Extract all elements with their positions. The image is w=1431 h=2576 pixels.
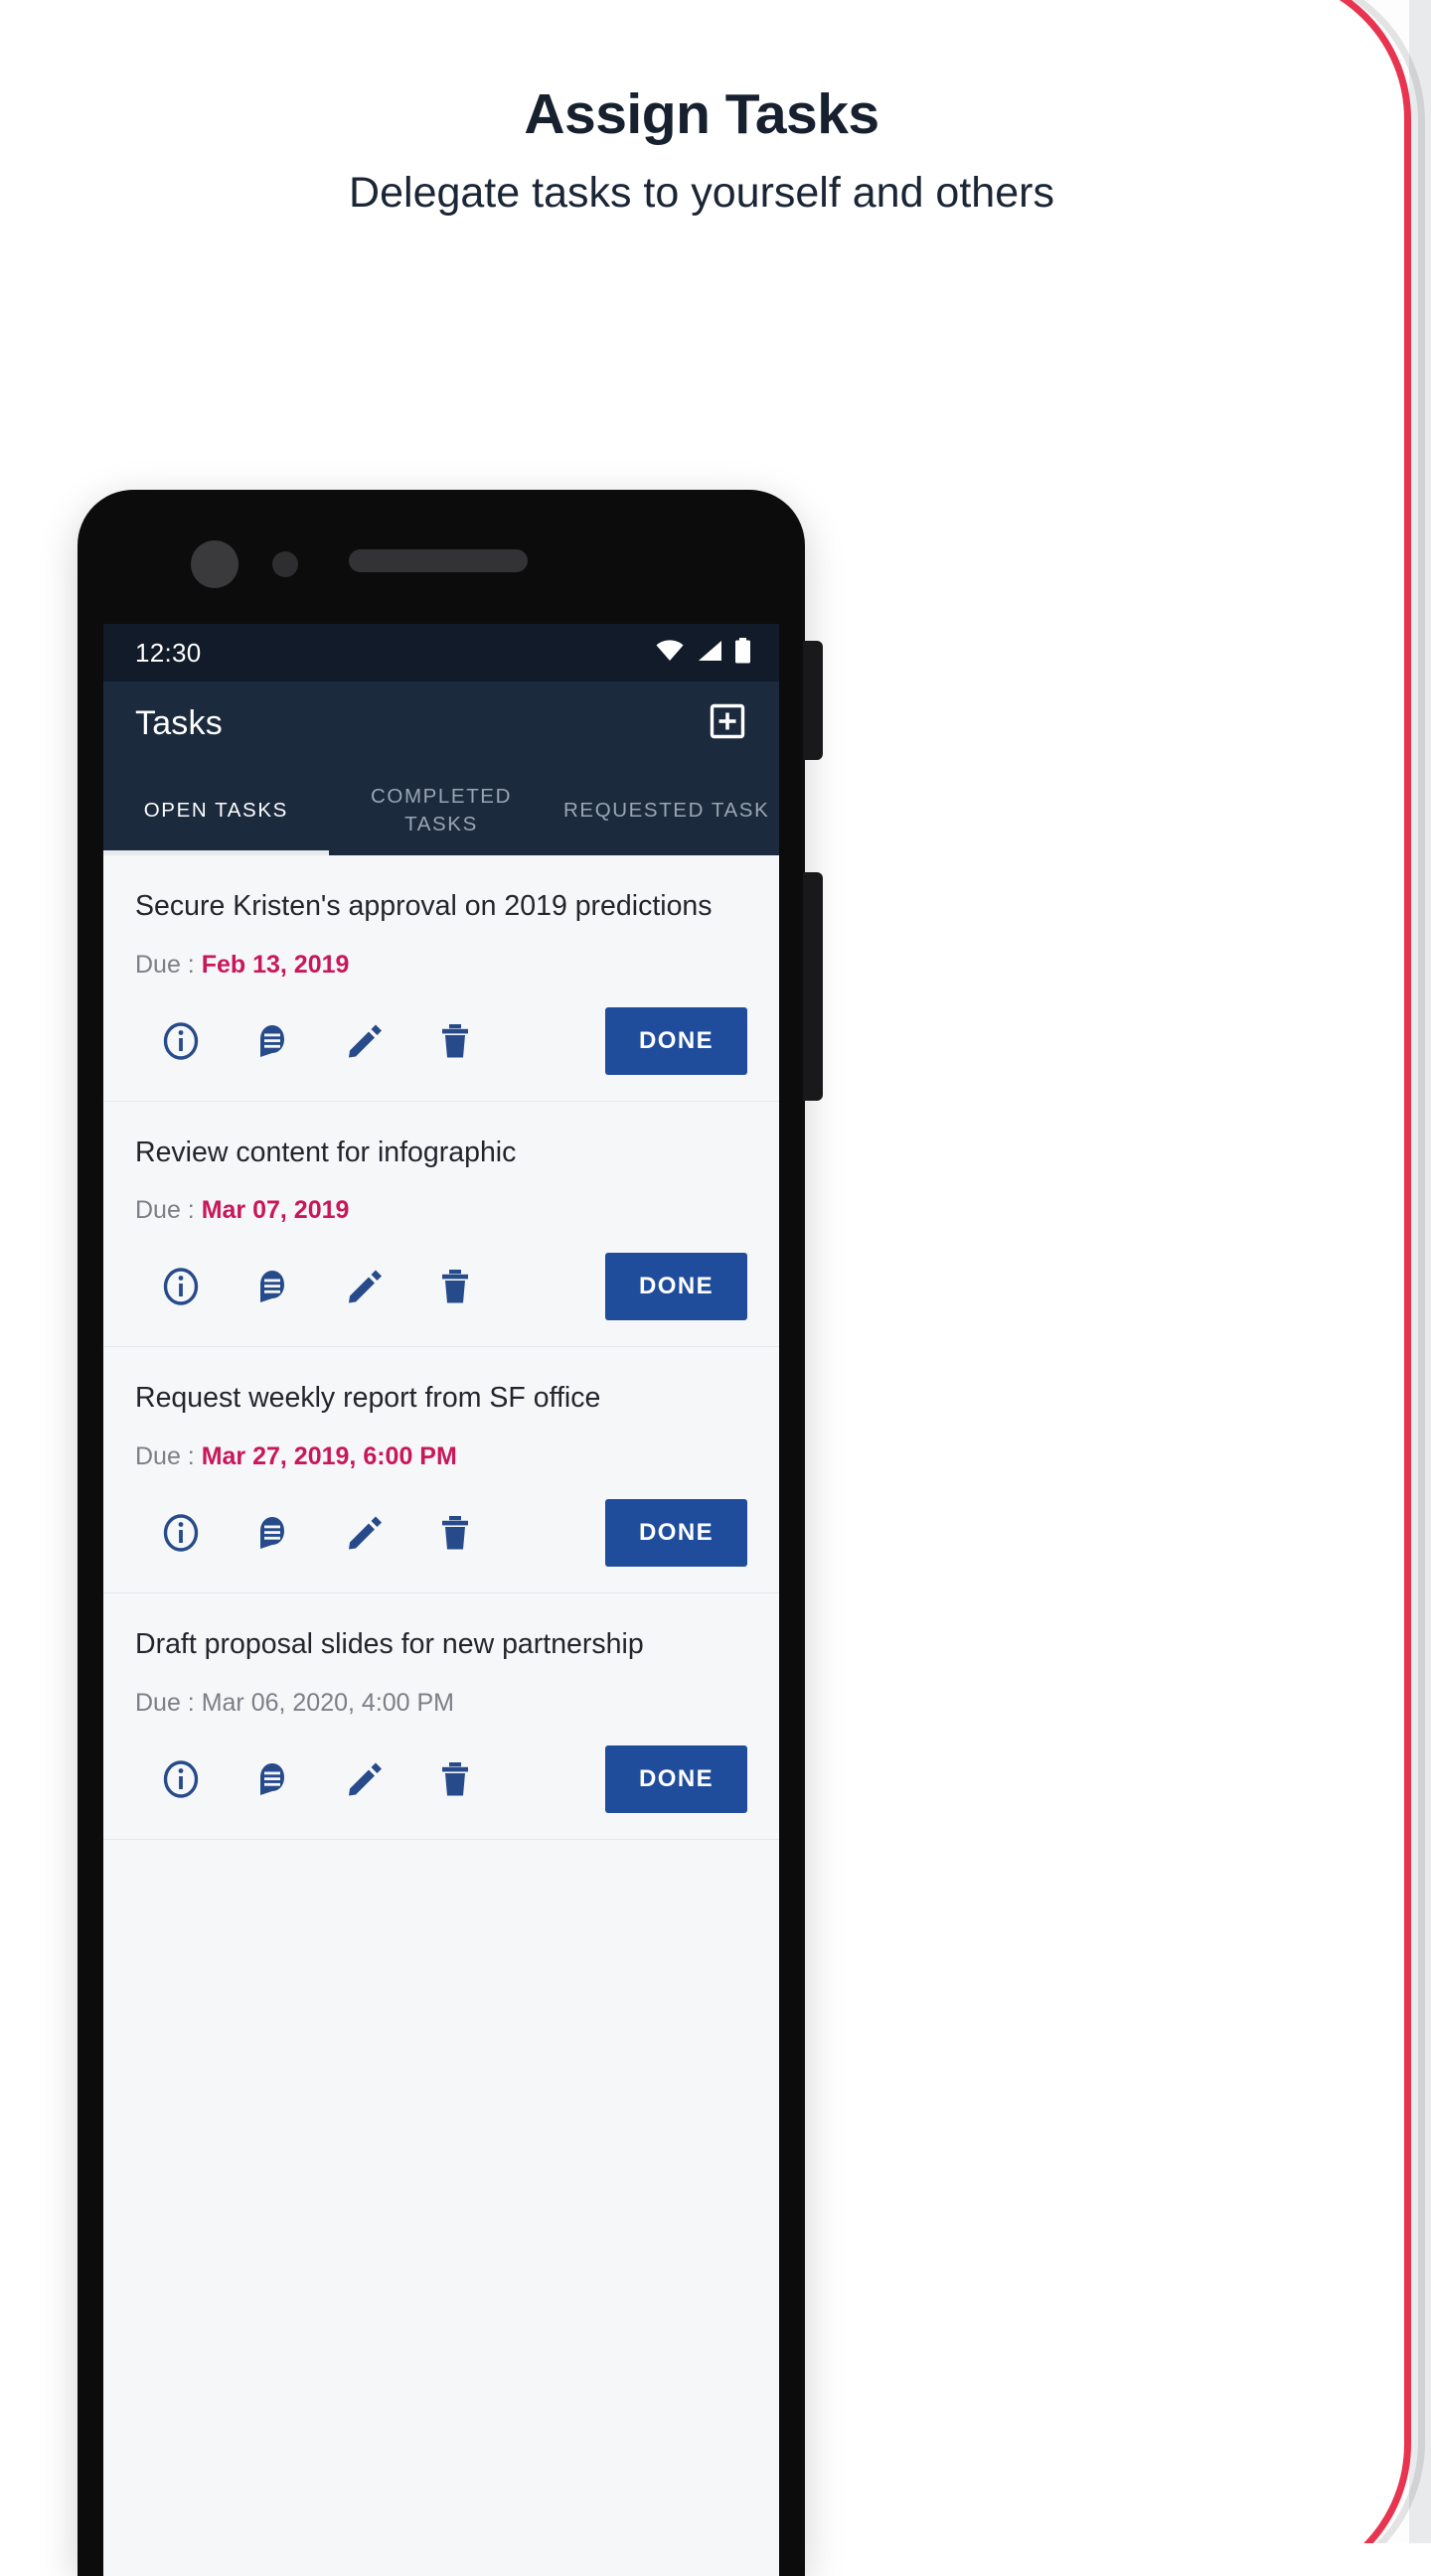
battery-icon — [734, 637, 751, 669]
edit-icon[interactable] — [318, 1265, 409, 1308]
task-actions: DONE — [135, 1498, 747, 1567]
front-camera-icon — [191, 540, 238, 588]
task-due-value: Mar 06, 2020, 4:00 PM — [201, 1688, 455, 1717]
phone-screen: 12:30 Tasks OPEN TASKS COMPLETED TASKS R… — [103, 624, 779, 2576]
task-due: Due : Mar 06, 2020, 4:00 PM — [135, 1689, 747, 1718]
done-button[interactable]: DONE — [605, 1744, 747, 1813]
promo-heading-block: Assign Tasks Delegate tasks to yourself … — [0, 0, 1403, 218]
status-bar: 12:30 — [103, 624, 779, 682]
info-icon[interactable] — [135, 1265, 227, 1308]
info-icon[interactable] — [135, 1511, 227, 1555]
page-title: Assign Tasks — [524, 82, 879, 146]
wifi-icon — [655, 639, 685, 668]
edit-icon[interactable] — [318, 1511, 409, 1555]
task-due-label: Due : — [135, 1688, 202, 1717]
status-bar-icons — [655, 637, 751, 669]
task-due: Due : Mar 27, 2019, 6:00 PM — [135, 1442, 747, 1471]
phone-side-button-lower — [803, 872, 823, 1101]
task-due: Due : Feb 13, 2019 — [135, 951, 747, 980]
done-button[interactable]: DONE — [605, 1498, 747, 1567]
task-due: Due : Mar 07, 2019 — [135, 1196, 747, 1225]
phone-side-button-upper — [803, 641, 823, 760]
sensor-icon — [272, 551, 298, 577]
task-due-value: Mar 27, 2019, 6:00 PM — [201, 1441, 457, 1470]
task-title: Request weekly report from SF office — [135, 1382, 601, 1415]
edit-icon[interactable] — [318, 1757, 409, 1801]
earpiece-speaker — [349, 549, 528, 572]
done-button[interactable]: DONE — [605, 1006, 747, 1075]
task-list: Secure Kristen's approval on 2019 predic… — [103, 855, 779, 1840]
task-title: Review content for infographic — [135, 1136, 517, 1168]
add-box-icon — [710, 703, 745, 744]
comment-icon[interactable] — [227, 1757, 318, 1801]
task-due-label: Due : — [135, 1441, 202, 1470]
phone-mockup: 12:30 Tasks OPEN TASKS COMPLETED TASKS R… — [78, 490, 823, 2576]
tab-bar: OPEN TASKS COMPLETED TASKS REQUESTED TAS… — [103, 766, 779, 855]
task-title: Secure Kristen's approval on 2019 predic… — [135, 890, 713, 922]
comment-icon[interactable] — [227, 1265, 318, 1308]
task-actions: DONE — [135, 1006, 747, 1075]
signal-icon — [696, 639, 723, 668]
task-title: Draft proposal slides for new partnershi… — [135, 1627, 644, 1660]
delete-icon[interactable] — [409, 1265, 501, 1308]
tab-completed-tasks[interactable]: COMPLETED TASKS — [329, 766, 555, 855]
task-due-label: Due : — [135, 950, 202, 979]
task-card[interactable]: Draft proposal slides for new partnershi… — [103, 1593, 779, 1840]
tab-requested-task[interactable]: REQUESTED TASK — [554, 766, 779, 855]
app-bar-title: Tasks — [135, 704, 223, 742]
comment-icon[interactable] — [227, 1019, 318, 1063]
task-card[interactable]: Request weekly report from SF office Due… — [103, 1347, 779, 1593]
edit-icon[interactable] — [318, 1019, 409, 1063]
delete-icon[interactable] — [409, 1019, 501, 1063]
task-actions: DONE — [135, 1253, 747, 1321]
delete-icon[interactable] — [409, 1757, 501, 1801]
comment-icon[interactable] — [227, 1511, 318, 1555]
task-actions: DONE — [135, 1744, 747, 1813]
done-button[interactable]: DONE — [605, 1253, 747, 1321]
add-task-button[interactable] — [708, 703, 747, 744]
tab-open-tasks[interactable]: OPEN TASKS — [103, 766, 329, 855]
task-card[interactable]: Secure Kristen's approval on 2019 predic… — [103, 855, 779, 1102]
status-bar-clock: 12:30 — [135, 637, 202, 668]
task-card[interactable]: Review content for infographic Due : Mar… — [103, 1102, 779, 1348]
info-icon[interactable] — [135, 1019, 227, 1063]
info-icon[interactable] — [135, 1757, 227, 1801]
phone-top-bezel — [78, 490, 805, 624]
task-due-value: Mar 07, 2019 — [201, 1196, 350, 1225]
task-due-value: Feb 13, 2019 — [201, 950, 350, 979]
task-due-label: Due : — [135, 1196, 202, 1225]
app-bar: Tasks — [103, 682, 779, 766]
page-subtitle: Delegate tasks to yourself and others — [349, 168, 1054, 217]
delete-icon[interactable] — [409, 1511, 501, 1555]
